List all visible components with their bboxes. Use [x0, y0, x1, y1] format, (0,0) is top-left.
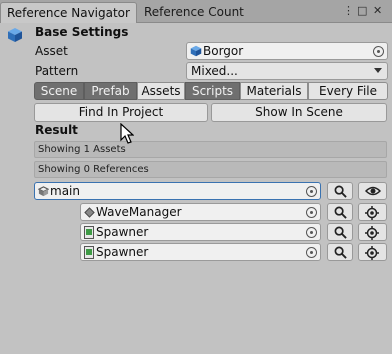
mouse-cursor-icon	[120, 123, 134, 144]
tab-reference-navigator[interactable]: Reference Navigator	[0, 2, 137, 23]
pattern-value: Mixed...	[191, 64, 238, 78]
crosshair-icon	[365, 246, 379, 260]
maximize-icon[interactable]: □	[357, 5, 367, 17]
search-button[interactable]	[327, 182, 353, 200]
filter-scene[interactable]: Scene	[34, 82, 84, 100]
prefab-icon	[38, 186, 49, 197]
filter-materials[interactable]: Materials	[240, 82, 308, 100]
search-icon	[334, 226, 347, 239]
chevron-down-icon	[374, 68, 382, 73]
pattern-label: Pattern	[35, 64, 79, 78]
item-name: Spawner	[96, 225, 149, 239]
cube-icon	[190, 45, 202, 57]
filter-scripts[interactable]: Scripts	[185, 82, 240, 100]
root-object-field[interactable]: main	[34, 182, 321, 200]
object-picker-icon[interactable]	[306, 247, 317, 258]
search-icon	[334, 246, 347, 259]
menu-icon[interactable]: ⋮	[343, 5, 354, 17]
filter-every-file[interactable]: Every File	[308, 82, 388, 100]
close-icon[interactable]: ✕	[373, 5, 382, 17]
root-object-name: main	[50, 184, 80, 198]
locate-button[interactable]	[358, 223, 387, 241]
assets-count-info: Showing 1 Assets	[34, 141, 387, 158]
object-picker-icon[interactable]	[306, 207, 317, 218]
result-title: Result	[35, 123, 78, 137]
script-icon	[84, 226, 94, 239]
asset-field[interactable]: Borgor	[186, 42, 388, 60]
locate-button[interactable]	[358, 203, 387, 221]
search-icon	[334, 185, 347, 198]
script-icon	[84, 246, 94, 259]
filter-prefab[interactable]: Prefab	[84, 82, 137, 100]
asset-label: Asset	[35, 44, 68, 58]
object-picker-icon[interactable]	[306, 186, 317, 197]
search-icon	[334, 206, 347, 219]
tab-reference-count[interactable]: Reference Count	[138, 2, 248, 23]
eye-icon	[365, 186, 381, 196]
crosshair-icon	[365, 206, 379, 220]
show-in-scene-button[interactable]: Show In Scene	[211, 103, 387, 122]
locate-button[interactable]	[358, 243, 387, 261]
crosshair-icon	[365, 226, 379, 240]
object-picker-icon[interactable]	[373, 46, 384, 57]
search-button[interactable]	[327, 243, 353, 261]
filter-assets[interactable]: Assets	[137, 82, 185, 100]
find-in-project-button[interactable]: Find In Project	[34, 103, 208, 122]
list-item[interactable]: WaveManager	[80, 203, 321, 221]
cube-icon	[8, 28, 22, 42]
list-item[interactable]: Spawner	[80, 223, 321, 241]
references-count-info: Showing 0 References	[34, 161, 387, 178]
search-button[interactable]	[327, 223, 353, 241]
item-name: Spawner	[96, 245, 149, 259]
gameobject-icon	[84, 207, 95, 218]
object-picker-icon[interactable]	[306, 227, 317, 238]
pattern-dropdown[interactable]: Mixed...	[186, 62, 388, 80]
item-name: WaveManager	[96, 205, 182, 219]
list-item[interactable]: Spawner	[80, 243, 321, 261]
search-button[interactable]	[327, 203, 353, 221]
asset-value: Borgor	[203, 44, 244, 58]
section-title: Base Settings	[35, 25, 129, 39]
visibility-toggle[interactable]	[358, 182, 387, 200]
